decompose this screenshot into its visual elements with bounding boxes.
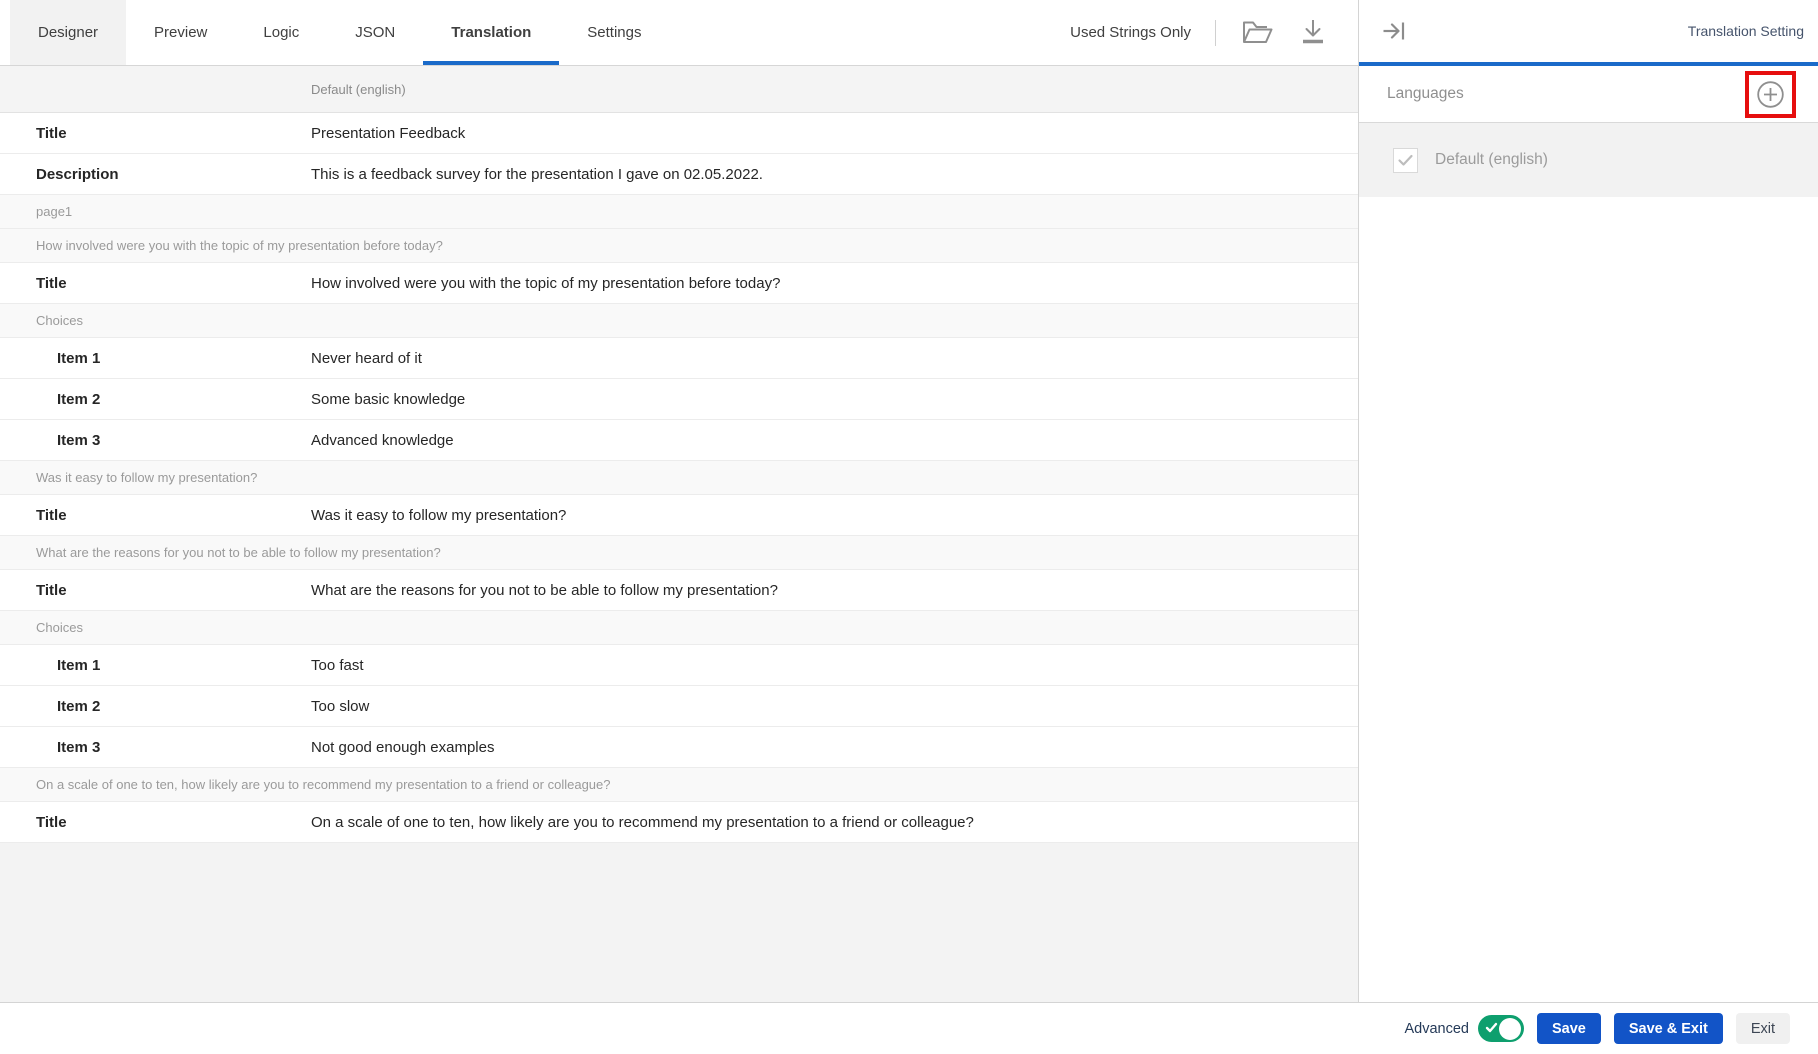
translation-text-cell[interactable]: What are the reasons for you not to be a…	[311, 582, 778, 599]
exit-button[interactable]: Exit	[1736, 1013, 1790, 1044]
save-and-exit-button[interactable]: Save & Exit	[1614, 1013, 1723, 1044]
translation-settings-panel: Translation Setting Languages	[1359, 0, 1818, 1002]
used-strings-only-option[interactable]: Used Strings Only	[1070, 24, 1191, 41]
group-label: What are the reasons for you not to be a…	[36, 545, 441, 560]
string-label: Title	[0, 125, 311, 142]
advanced-toggle-label: Advanced	[1404, 1021, 1469, 1037]
tab-logic[interactable]: Logic	[235, 0, 327, 65]
language-column-header: Default (english)	[311, 82, 406, 97]
toggle-knob	[1499, 1018, 1521, 1040]
string-label: Description	[0, 166, 311, 183]
main-area: DesignerPreviewLogicJSONTranslationSetti…	[0, 0, 1818, 1002]
tab-json[interactable]: JSON	[327, 0, 423, 65]
translation-text-cell[interactable]: How involved were you with the topic of …	[311, 275, 780, 292]
tab-designer[interactable]: Designer	[10, 0, 126, 65]
translation-text-cell[interactable]: Never heard of it	[311, 350, 422, 367]
add-language-button[interactable]	[1745, 71, 1796, 118]
group-header-row: Choices	[0, 611, 1358, 645]
group-label: page1	[36, 204, 72, 219]
languages-label: Languages	[1387, 85, 1464, 103]
collapse-panel-button[interactable]	[1381, 18, 1407, 44]
string-label: Item 2	[0, 391, 311, 408]
group-label: Choices	[36, 620, 83, 635]
translation-text-cell[interactable]: Too slow	[311, 698, 369, 715]
translation-row: Item 1Too fast	[0, 645, 1358, 686]
advanced-toggle[interactable]	[1478, 1015, 1524, 1042]
group-header-row: Was it easy to follow my presentation?	[0, 461, 1358, 495]
translation-text-cell[interactable]: This is a feedback survey for the presen…	[311, 166, 763, 183]
string-label: Item 3	[0, 739, 311, 756]
footer-bar: Advanced Save Save & Exit Exit	[0, 1002, 1818, 1054]
translation-row: Item 2Some basic knowledge	[0, 379, 1358, 420]
translation-text-cell[interactable]: On a scale of one to ten, how likely are…	[311, 814, 974, 831]
export-translations-button[interactable]	[1298, 18, 1328, 47]
translation-row: TitleHow involved were you with the topi…	[0, 263, 1358, 304]
group-header-row: Choices	[0, 304, 1358, 338]
panel-header: Translation Setting	[1359, 0, 1818, 66]
string-label: Item 2	[0, 698, 311, 715]
translation-text-cell[interactable]: Too fast	[311, 657, 364, 674]
string-label: Item 3	[0, 432, 311, 449]
group-header-row: What are the reasons for you not to be a…	[0, 536, 1358, 570]
translation-row: DescriptionThis is a feedback survey for…	[0, 154, 1358, 195]
panel-empty-area	[1359, 197, 1818, 1002]
translation-text-cell[interactable]: Was it easy to follow my presentation?	[311, 507, 566, 524]
translation-row: Item 2Too slow	[0, 686, 1358, 727]
group-label: Was it easy to follow my presentation?	[36, 470, 257, 485]
translation-row: Item 1Never heard of it	[0, 338, 1358, 379]
translation-row: Item 3Advanced knowledge	[0, 420, 1358, 461]
import-translations-button[interactable]	[1240, 18, 1274, 47]
checkmark-icon	[1397, 153, 1414, 168]
translation-text-cell[interactable]: Advanced knowledge	[311, 432, 454, 449]
string-label: Title	[0, 814, 311, 831]
tab-settings[interactable]: Settings	[559, 0, 669, 65]
toolbar-divider	[1215, 20, 1216, 46]
group-header-row: On a scale of one to ten, how likely are…	[0, 768, 1358, 802]
table-empty-area	[0, 843, 1358, 1002]
string-label: Item 1	[0, 350, 311, 367]
toolbar-actions: Used Strings Only	[1070, 0, 1358, 65]
string-label: Title	[0, 582, 311, 599]
add-circle-icon	[1755, 79, 1786, 110]
tab-preview[interactable]: Preview	[126, 0, 235, 65]
default-language-row: Default (english)	[1359, 123, 1818, 197]
translation-row: TitleWhat are the reasons for you not to…	[0, 570, 1358, 611]
languages-section-header: Languages	[1359, 66, 1818, 123]
panel-title: Translation Setting	[1688, 23, 1804, 39]
tab-bar: DesignerPreviewLogicJSONTranslationSetti…	[0, 0, 670, 65]
group-label: Choices	[36, 313, 83, 328]
toggle-check-icon	[1485, 1021, 1498, 1034]
top-toolbar: DesignerPreviewLogicJSONTranslationSetti…	[0, 0, 1358, 66]
translation-table-body: TitlePresentation FeedbackDescriptionThi…	[0, 113, 1358, 843]
translation-row: Item 3Not good enough examples	[0, 727, 1358, 768]
translation-row: TitleOn a scale of one to ten, how likel…	[0, 802, 1358, 843]
save-button[interactable]: Save	[1537, 1013, 1601, 1044]
group-label: On a scale of one to ten, how likely are…	[36, 777, 611, 792]
string-label: Title	[0, 507, 311, 524]
translation-tab-content: DesignerPreviewLogicJSONTranslationSetti…	[0, 0, 1359, 1002]
string-label: Title	[0, 275, 311, 292]
group-header-row: How involved were you with the topic of …	[0, 229, 1358, 263]
translation-text-cell[interactable]: Not good enough examples	[311, 739, 494, 756]
survey-creator-app: DesignerPreviewLogicJSONTranslationSetti…	[0, 0, 1818, 1054]
translation-text-cell[interactable]: Presentation Feedback	[311, 125, 465, 142]
translation-row: TitlePresentation Feedback	[0, 113, 1358, 154]
group-header-row: page1	[0, 195, 1358, 229]
translation-row: TitleWas it easy to follow my presentati…	[0, 495, 1358, 536]
default-language-checkbox[interactable]	[1393, 148, 1418, 173]
default-language-label: Default (english)	[1435, 151, 1548, 169]
translation-text-cell[interactable]: Some basic knowledge	[311, 391, 465, 408]
folder-open-icon	[1240, 18, 1274, 47]
string-label: Item 1	[0, 657, 311, 674]
collapse-panel-icon	[1381, 18, 1407, 44]
download-icon	[1298, 18, 1328, 47]
table-header-row: Default (english)	[0, 66, 1358, 113]
group-label: How involved were you with the topic of …	[36, 238, 443, 253]
tab-translation[interactable]: Translation	[423, 0, 559, 65]
